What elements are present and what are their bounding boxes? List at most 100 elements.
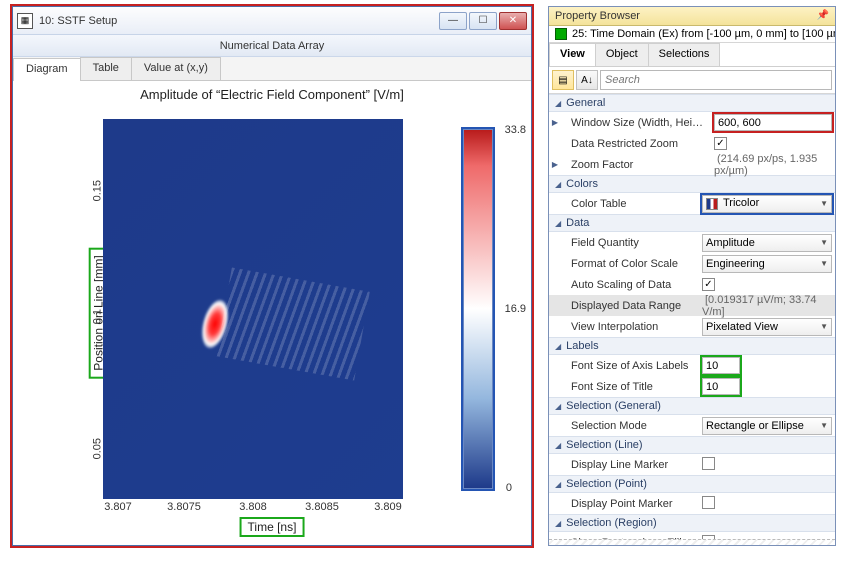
group-selection-line[interactable]: ◢Selection (Line) (549, 436, 835, 454)
chevron-down-icon: ▼ (820, 322, 828, 331)
row-format-color-scale: Format of Color Scale Engineering▼ (549, 253, 835, 274)
group-label: Selection (General) (566, 400, 661, 412)
auto-scaling-checkbox[interactable]: ✓ (702, 278, 715, 291)
prop-label: Format of Color Scale (549, 256, 699, 272)
tricolor-chip-icon (706, 198, 718, 210)
title-font-input[interactable] (702, 378, 740, 395)
group-selection-point[interactable]: ◢Selection (Point) (549, 475, 835, 493)
colorbar: 33.8 16.9 0 (463, 129, 493, 489)
point-marker-checkbox[interactable] (702, 496, 715, 509)
group-label: Labels (566, 340, 598, 352)
group-label: Selection (Region) (566, 517, 657, 529)
group-data[interactable]: ◢ Data (549, 214, 835, 232)
axis-font-input[interactable] (702, 357, 740, 374)
prop-label: Auto Scaling of Data (549, 277, 699, 293)
color-table-select[interactable]: Tricolor▼ (702, 195, 832, 213)
y-axis-ticks: 0.15 0.1 0.05 (71, 119, 101, 499)
data-restricted-zoom-checkbox[interactable]: ✓ (714, 137, 727, 150)
tab-view[interactable]: View (549, 43, 596, 66)
property-browser-title[interactable]: Property Browser 📌 (549, 7, 835, 26)
chart-title: Amplitude of “Electric Field Component” … (13, 87, 531, 102)
tab-table[interactable]: Table (80, 57, 132, 80)
row-point-marker: Display Point Marker (549, 493, 835, 514)
x-tick: 3.809 (374, 501, 402, 513)
categorize-icon[interactable]: ▤ (552, 70, 574, 90)
line-marker-checkbox[interactable] (702, 457, 715, 470)
prop-label: Data Restricted Zoom (561, 136, 711, 152)
row-axis-font: Font Size of Axis Labels (549, 355, 835, 376)
prop-label: Display Point Marker (549, 496, 699, 512)
chevron-down-icon: ◢ (555, 180, 561, 189)
context-row[interactable]: 25: Time Domain (Ex) from [-100 µm, 0 mm… (549, 26, 835, 43)
chevron-down-icon: ◢ (555, 342, 561, 351)
property-grid: ◢ General ▶ Window Size (Width, Height) D… (549, 94, 835, 539)
close-button[interactable]: ✕ (499, 12, 527, 30)
group-colors[interactable]: ◢Colors (549, 175, 835, 193)
app-icon: ▦ (17, 13, 33, 29)
pin-icon[interactable]: 📌 (817, 10, 829, 22)
chevron-down-icon: ▼ (820, 259, 828, 268)
window-size-input[interactable] (714, 114, 832, 131)
x-tick: 3.8085 (305, 501, 339, 513)
x-tick: 3.807 (104, 501, 132, 513)
prop-label: Display Line Marker (549, 457, 699, 473)
search-input[interactable] (600, 70, 832, 90)
prop-label: Selection Mode (549, 418, 699, 434)
row-title-font: Font Size of Title (549, 376, 835, 397)
y-tick: 0.05 (91, 438, 103, 459)
group-selection-region[interactable]: ◢Selection (Region) (549, 514, 835, 532)
row-selection-mode: Selection Mode Rectangle or Ellipse▼ (549, 415, 835, 436)
tab-value-at-xy[interactable]: Value at (x,y) (131, 57, 221, 80)
group-label: General (566, 97, 605, 109)
chevron-down-icon: ◢ (555, 441, 561, 450)
heatmap-plot[interactable] (103, 119, 403, 499)
chevron-down-icon: ◢ (555, 480, 561, 489)
colorbar-mid: 16.9 (505, 303, 526, 315)
chevron-down-icon: ◢ (555, 219, 561, 228)
window-subtitle: Numerical Data Array (13, 35, 531, 57)
chevron-down-icon: ◢ (555, 99, 561, 108)
group-label: Data (566, 217, 589, 229)
group-selection-general[interactable]: ◢ Selection (General) (549, 397, 835, 415)
expand-icon[interactable]: ▶ (549, 118, 561, 127)
prop-label: Displayed Data Range (549, 298, 699, 314)
expand-icon[interactable]: ▶ (549, 160, 561, 169)
view-interpolation-select[interactable]: Pixelated View▼ (702, 318, 832, 336)
prop-label: Window Size (Width, Height) (561, 115, 711, 131)
property-toolbar: ▤ A↓ (549, 67, 835, 94)
prop-label: View Interpolation (549, 319, 699, 335)
sort-az-icon[interactable]: A↓ (576, 70, 598, 90)
group-labels[interactable]: ◢ Labels (549, 337, 835, 355)
x-tick: 3.8075 (167, 501, 201, 513)
field-quantity-select[interactable]: Amplitude▼ (702, 234, 832, 252)
x-axis-label: Time [ns] (240, 517, 305, 537)
chart-area: Amplitude of “Electric Field Component” … (13, 81, 531, 545)
chevron-down-icon: ▼ (820, 238, 828, 247)
zoom-factor-value: (214.69 px/ps, 1.935 px/µm) (714, 153, 817, 177)
colorbar-max: 33.8 (505, 124, 526, 136)
row-displayed-range: Displayed Data Range [0.019317 µV/m; 33.… (549, 295, 835, 316)
y-tick: 0.1 (91, 309, 103, 324)
property-browser: Property Browser 📌 25: Time Domain (Ex) … (548, 6, 836, 546)
row-line-marker: Display Line Marker (549, 454, 835, 475)
chevron-down-icon: ▼ (820, 421, 828, 430)
sstf-setup-window: ▦ 10: SSTF Setup — ☐ ✕ Numerical Data Ar… (12, 6, 532, 546)
group-general[interactable]: ◢ General (549, 94, 835, 112)
tab-object[interactable]: Object (595, 43, 649, 66)
tab-selections[interactable]: Selections (648, 43, 721, 66)
context-icon (555, 28, 567, 40)
chevron-down-icon: ◢ (555, 402, 561, 411)
minimize-button[interactable]: — (439, 12, 467, 30)
x-tick: 3.808 (239, 501, 267, 513)
selection-mode-select[interactable]: Rectangle or Ellipse▼ (702, 417, 832, 435)
format-color-scale-select[interactable]: Engineering▼ (702, 255, 832, 273)
row-window-size: ▶ Window Size (Width, Height) (549, 112, 835, 133)
torn-edge (549, 539, 835, 545)
prop-label: Field Quantity (549, 235, 699, 251)
window-titlebar[interactable]: ▦ 10: SSTF Setup — ☐ ✕ (13, 7, 531, 35)
tab-diagram[interactable]: Diagram (13, 58, 81, 81)
row-color-table: Color Table Tricolor▼ (549, 193, 835, 214)
row-zoom-factor: ▶ Zoom Factor (214.69 px/ps, 1.935 px/µm… (549, 154, 835, 175)
panel-title-text: Property Browser (555, 10, 640, 22)
maximize-button[interactable]: ☐ (469, 12, 497, 30)
